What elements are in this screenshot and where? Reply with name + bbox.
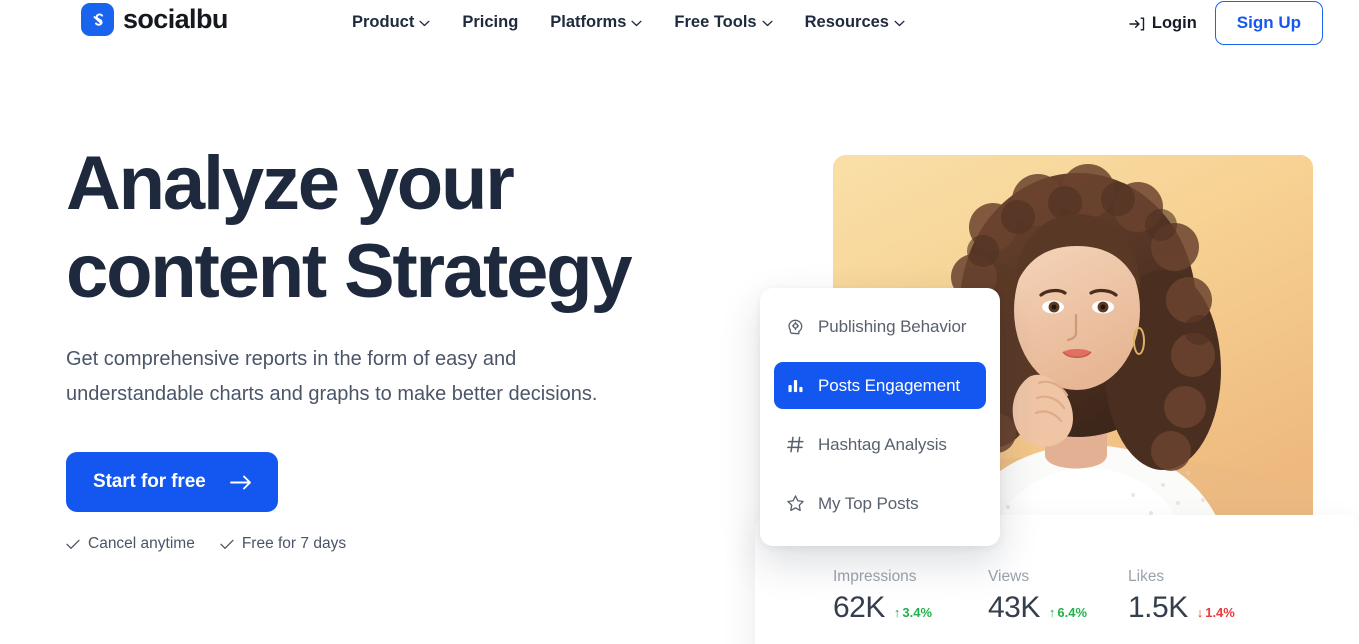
menu-item-posts-engagement[interactable]: Posts Engagement <box>774 362 986 409</box>
menu-item-label: Posts Engagement <box>818 375 961 395</box>
stat-label: Likes <box>1128 568 1165 585</box>
assurance-label: Cancel anytime <box>88 535 195 552</box>
page-title: Analyze your content Strategy <box>66 141 633 314</box>
bar-chart-icon <box>788 379 803 393</box>
hero-content: Analyze your content Strategy Get compre… <box>66 140 746 553</box>
stat-views: Views 43K ↑ 6.4% <box>988 567 1128 626</box>
chevron-down-icon <box>419 20 430 26</box>
menu-item-publishing-behavior[interactable]: Publishing Behavior <box>774 303 986 350</box>
chevron-down-icon <box>894 20 905 26</box>
stat-delta-value: 6.4% <box>1057 605 1088 620</box>
arrow-up-icon: ↑ <box>1048 605 1056 620</box>
star-icon <box>787 495 804 512</box>
status-badge: ↓ 1.4% <box>1197 605 1235 620</box>
nav-item-pricing[interactable]: Pricing <box>462 11 518 33</box>
status-badge: ↑ 3.4% <box>894 605 932 620</box>
assurance-cancel-anytime: Cancel anytime <box>66 535 195 553</box>
hero-visual: Impressions 62K ↑ 3.4% Views 43K ↑ 6.4% <box>740 150 1359 644</box>
assurance-list: Cancel anytime Free for 7 days <box>66 535 746 553</box>
menu-item-my-top-posts[interactable]: My Top Posts <box>774 480 986 527</box>
stat-row: 62K ↑ 3.4% <box>833 590 988 626</box>
stat-value: 43K <box>988 591 1040 624</box>
menu-item-label: Publishing Behavior <box>818 316 967 336</box>
socialbu-s-logo-icon <box>81 3 114 36</box>
menu-item-label: Hashtag Analysis <box>818 434 947 454</box>
stat-value: 1.5K <box>1128 591 1188 624</box>
login-label: Login <box>1151 13 1197 32</box>
site-header: socialbu Product Pricing Platforms Free … <box>0 0 1359 46</box>
nav-item-free-tools[interactable]: Free Tools <box>674 11 773 33</box>
menu-item-hashtag-analysis[interactable]: Hashtag Analysis <box>774 421 986 468</box>
analytics-menu-card: Publishing Behavior Posts Engagement Has… <box>760 288 1000 546</box>
menu-item-label: My Top Posts <box>818 493 919 513</box>
nav-item-product[interactable]: Product <box>352 11 430 33</box>
landing-page: socialbu Product Pricing Platforms Free … <box>0 0 1359 644</box>
stat-row: 1.5K ↓ 1.4% <box>1128 590 1283 626</box>
nav-item-platforms[interactable]: Platforms <box>550 11 642 33</box>
login-button[interactable]: Login <box>1129 14 1197 33</box>
cta-label: Start for free <box>93 471 206 492</box>
nav-label: Free Tools <box>674 13 757 31</box>
arrow-up-icon: ↑ <box>893 605 901 620</box>
nav-label: Resources <box>804 13 889 31</box>
arrow-down-icon: ↓ <box>1196 605 1204 620</box>
nav-label: Product <box>352 13 415 31</box>
chevron-down-icon <box>631 20 642 26</box>
brand-logo[interactable]: socialbu <box>81 3 228 36</box>
stat-label: Views <box>988 568 1030 585</box>
head-gear-icon <box>788 319 803 335</box>
brand-name: socialbu <box>123 4 228 34</box>
stat-impressions: Impressions 62K ↑ 3.4% <box>833 567 988 626</box>
assurance-label: Free for 7 days <box>241 535 347 552</box>
stat-value: 62K <box>833 591 885 624</box>
chevron-down-icon <box>762 20 773 26</box>
check-icon <box>220 539 234 549</box>
stat-label: Impressions <box>833 568 917 585</box>
login-arrow-icon <box>1129 17 1145 30</box>
auth-actions: Login Sign Up <box>1129 0 1323 46</box>
status-badge: ↑ 6.4% <box>1049 605 1087 620</box>
nav-label: Pricing <box>462 13 519 31</box>
hashtag-icon <box>787 436 804 453</box>
nav-label: Platforms <box>550 13 627 31</box>
assurance-free-trial: Free for 7 days <box>220 535 346 553</box>
stat-delta-value: 3.4% <box>902 605 933 620</box>
hero-subtext: Get comprehensive reports in the form of… <box>66 348 598 405</box>
start-for-free-button[interactable]: Start for free <box>66 452 278 512</box>
stat-row: 43K ↑ 6.4% <box>988 590 1128 626</box>
nav-item-resources[interactable]: Resources <box>805 11 905 33</box>
arrow-right-icon <box>229 475 251 489</box>
stat-delta-value: 1.4% <box>1205 605 1235 620</box>
stat-likes: Likes 1.5K ↓ 1.4% <box>1128 567 1283 626</box>
check-icon <box>66 539 80 549</box>
main-navigation: Product Pricing Platforms Free Tools Res… <box>352 11 905 33</box>
signup-button[interactable]: Sign Up <box>1214 1 1323 45</box>
